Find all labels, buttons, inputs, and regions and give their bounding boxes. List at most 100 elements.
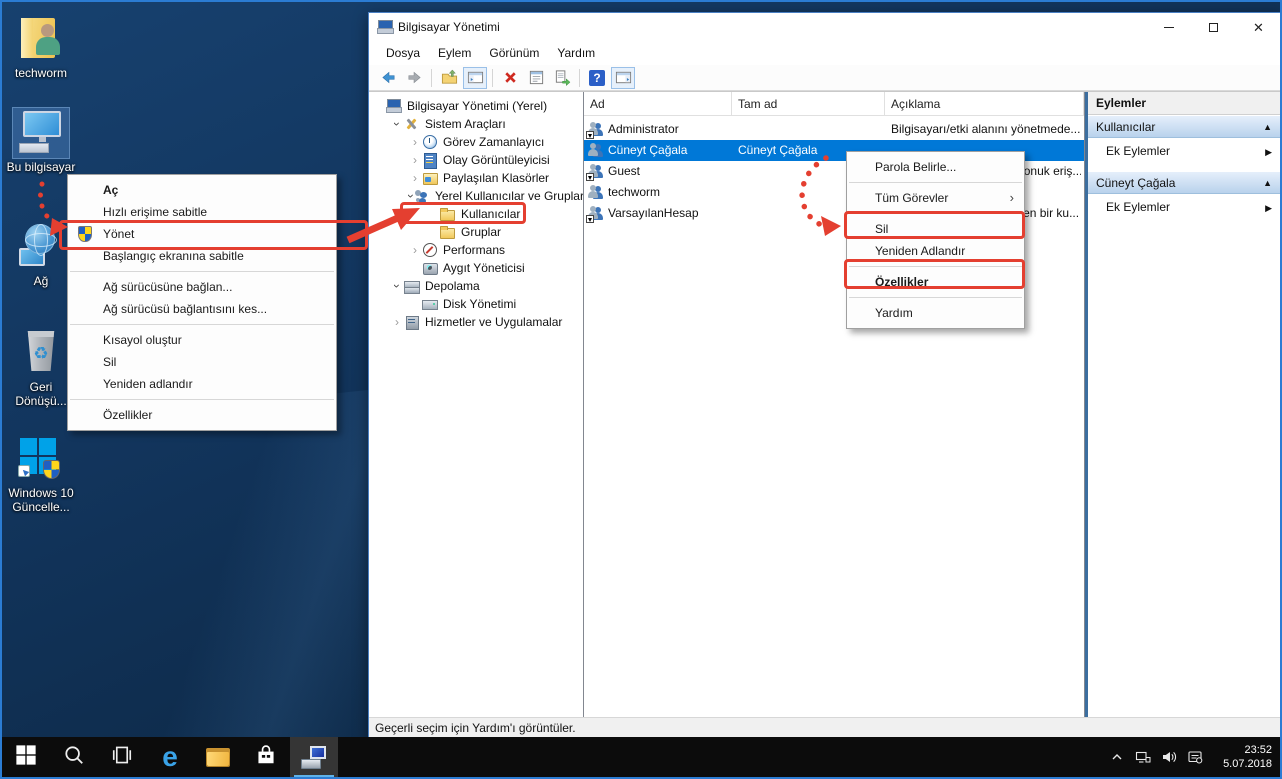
chevron-collapsed-icon[interactable]: › bbox=[409, 243, 421, 257]
desktop-icon-windows-update[interactable]: Windows 10 Güncelle... bbox=[4, 434, 78, 514]
menu-eylem[interactable]: Eylem bbox=[429, 43, 480, 63]
chevron-expanded-icon[interactable]: › bbox=[390, 280, 404, 292]
action-item-ek-eylemler-kullanicilar[interactable]: Ek Eylemler▶ bbox=[1088, 138, 1281, 164]
tree-item-gruplar[interactable]: Gruplar bbox=[369, 223, 583, 241]
user-name: Administrator bbox=[608, 119, 679, 140]
menu-separator bbox=[849, 266, 1022, 267]
tree-item-yerel-kullanicilar-ve-gruplar[interactable]: ›Yerel Kullanıcılar ve Gruplar bbox=[369, 187, 583, 205]
taskbar-start-button[interactable] bbox=[2, 737, 50, 777]
tree-item-olay-goruntuleyicisi[interactable]: ›Olay Görüntüleyicisi bbox=[369, 151, 583, 169]
more-actions-arrow-icon: ▶ bbox=[1265, 139, 1272, 165]
tray-volume-icon[interactable] bbox=[1156, 749, 1182, 765]
taskbar-edge-button[interactable]: e bbox=[146, 737, 194, 777]
tray-network-icon[interactable] bbox=[1130, 749, 1156, 765]
desktop-menu-item-yeniden-adlandir[interactable]: Yeniden adlandır bbox=[68, 373, 336, 395]
menu-separator bbox=[70, 399, 334, 400]
taskbar-apps: e bbox=[2, 737, 338, 777]
maximize-button[interactable] bbox=[1191, 13, 1236, 41]
properties-icon[interactable] bbox=[524, 67, 548, 89]
desktop-menu-item-hizli-erisime-sabitle[interactable]: Hızlı erişime sabitle bbox=[68, 201, 336, 223]
computer-management-app-icon bbox=[377, 20, 393, 34]
tree-item-sistem-araclari[interactable]: ›Sistem Araçları bbox=[369, 115, 583, 133]
help-icon[interactable]: ? bbox=[585, 67, 609, 89]
tree-item-depolama[interactable]: ›Depolama bbox=[369, 277, 583, 295]
user-row-administrator[interactable]: AdministratorBilgisayarı/etki alanını yö… bbox=[584, 119, 1084, 140]
desktop-menu-item-ozellikler[interactable]: Özellikler bbox=[68, 404, 336, 426]
services-icon bbox=[404, 315, 419, 329]
tree-item-performans[interactable]: ›Performans bbox=[369, 241, 583, 259]
column-header-aciklama[interactable]: Açıklama bbox=[885, 92, 1084, 116]
taskbar-file-explorer-button[interactable] bbox=[194, 737, 242, 777]
minimize-button[interactable] bbox=[1146, 13, 1191, 41]
taskbar-store-button[interactable] bbox=[242, 737, 290, 777]
toolbar-separator bbox=[579, 69, 580, 87]
tree-item-kullanicilar[interactable]: Kullanıcılar bbox=[369, 205, 583, 223]
action-item-ek-eylemler-cuneyt-cagala[interactable]: Ek Eylemler▶ bbox=[1088, 194, 1281, 220]
actions-section-kullanicilar[interactable]: Kullanıcılar▲ bbox=[1088, 115, 1281, 138]
user-menu-item-yeniden-adlandir[interactable]: Yeniden Adlandır bbox=[847, 240, 1024, 262]
edge-icon: e bbox=[162, 743, 178, 771]
local-users-icon bbox=[414, 189, 429, 203]
back-icon[interactable] bbox=[376, 67, 400, 89]
tree-item-label: Yerel Kullanıcılar ve Gruplar bbox=[432, 189, 584, 203]
desktop-menu-item-ag-surucusu-baglantisini-kes[interactable]: Ağ sürücüsü bağlantısını kes... bbox=[68, 298, 336, 320]
taskbar-computer-management-button[interactable] bbox=[290, 737, 338, 777]
tray-action-center-icon[interactable] bbox=[1182, 749, 1208, 765]
chevron-collapsed-icon[interactable]: › bbox=[409, 135, 421, 149]
menu-separator bbox=[849, 213, 1022, 214]
more-actions-arrow-icon: ▶ bbox=[1265, 195, 1272, 221]
chevron-collapsed-icon[interactable]: › bbox=[409, 171, 421, 185]
tree-item-paylasilan-klasorler[interactable]: ›Paylaşılan Klasörler bbox=[369, 169, 583, 187]
show-console-tree-icon[interactable] bbox=[463, 67, 487, 89]
taskbar-task-view-button[interactable] bbox=[98, 737, 146, 777]
desktop-menu-item-kisayol-olustur[interactable]: Kısayol oluştur bbox=[68, 329, 336, 351]
menu-gorunum[interactable]: Görünüm bbox=[480, 43, 548, 63]
tree-item-gorev-zamanlayici[interactable]: ›Görev Zamanlayıcı bbox=[369, 133, 583, 151]
tree-item-disk-yonetimi[interactable]: Disk Yönetimi bbox=[369, 295, 583, 313]
taskbar-search-button[interactable] bbox=[50, 737, 98, 777]
tree-item-label: Hizmetler ve Uygulamalar bbox=[422, 315, 565, 329]
user-menu-item-ozellikler[interactable]: Özellikler bbox=[847, 271, 1024, 293]
desktop-menu-item-yonet[interactable]: Yönet bbox=[68, 223, 336, 245]
menu-yardim[interactable]: Yardım bbox=[548, 43, 604, 63]
desktop-menu-item-sil[interactable]: Sil bbox=[68, 351, 336, 373]
chevron-collapsed-icon[interactable]: › bbox=[391, 315, 403, 329]
performance-icon bbox=[422, 243, 437, 257]
tray-chevron-icon[interactable] bbox=[1104, 749, 1130, 765]
user-menu-item-yardim[interactable]: Yardım bbox=[847, 302, 1024, 324]
chevron-collapsed-icon[interactable]: › bbox=[409, 153, 421, 167]
tree-item-label: Kullanıcılar bbox=[458, 207, 523, 221]
forward-icon[interactable] bbox=[402, 67, 426, 89]
tree-item-hizmetler-ve-uygulamalar[interactable]: › Hizmetler ve Uygulamalar bbox=[369, 313, 583, 331]
tree-item-aygit-yoneticisi[interactable]: Aygıt Yöneticisi bbox=[369, 259, 583, 277]
actions-section-cuneyt-cagala[interactable]: Cüneyt Çağala▲ bbox=[1088, 171, 1281, 194]
column-header-tam-ad[interactable]: Tam ad bbox=[732, 92, 885, 116]
store-icon bbox=[255, 744, 277, 771]
menu-separator bbox=[849, 182, 1022, 183]
desktop-menu-item-ac[interactable]: Aç bbox=[68, 179, 336, 201]
tree-item-bilgisayar-yonetimi-yerel[interactable]: Bilgisayar Yönetimi (Yerel) bbox=[369, 97, 583, 115]
collapse-triangle-icon[interactable]: ▲ bbox=[1263, 172, 1272, 194]
close-button[interactable]: ✕ bbox=[1236, 13, 1281, 41]
folder-icon bbox=[440, 210, 455, 221]
user-menu-item-tum-gorevler[interactable]: Tüm Görevler› bbox=[847, 187, 1024, 209]
user-menu-item-sil[interactable]: Sil bbox=[847, 218, 1024, 240]
console-tree-panel[interactable]: Bilgisayar Yönetimi (Yerel)›Sistem Araçl… bbox=[369, 92, 584, 717]
minimize-icon bbox=[1164, 27, 1174, 28]
up-level-icon[interactable] bbox=[437, 67, 461, 89]
user-menu-item-parola-belirle[interactable]: Parola Belirle... bbox=[847, 156, 1024, 178]
collapse-triangle-icon[interactable]: ▲ bbox=[1263, 116, 1272, 138]
desktop-menu-item-ag-surucusune-baglan[interactable]: Ağ sürücüsüne bağlan... bbox=[68, 276, 336, 298]
desktop-menu-item-baslangic-ekranina-sabitle[interactable]: Başlangıç ekranına sabitle bbox=[68, 245, 336, 267]
column-header-ad[interactable]: Ad bbox=[584, 92, 732, 116]
export-list-icon[interactable] bbox=[550, 67, 574, 89]
window-titlebar[interactable]: Bilgisayar Yönetimi ✕ bbox=[369, 13, 1281, 41]
chevron-expanded-icon[interactable]: › bbox=[390, 118, 404, 130]
taskbar-tray: 23:52 5.07.2018 bbox=[1104, 737, 1280, 777]
show-action-pane-icon[interactable] bbox=[611, 67, 635, 89]
desktop-icon-this-pc[interactable]: Bu bilgisayar bbox=[4, 108, 78, 174]
desktop-icon-user-folder[interactable]: techworm bbox=[4, 14, 78, 80]
menu-dosya[interactable]: Dosya bbox=[377, 43, 429, 63]
delete-icon[interactable] bbox=[498, 67, 522, 89]
taskbar-clock[interactable]: 23:52 5.07.2018 bbox=[1216, 743, 1272, 771]
